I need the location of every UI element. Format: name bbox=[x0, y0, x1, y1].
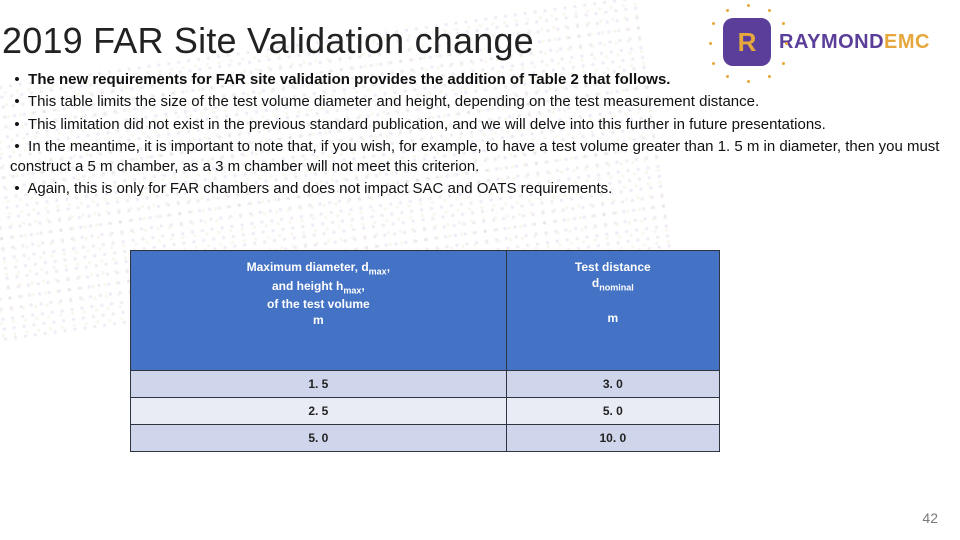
bullet-text: The new requirements for FAR site valida… bbox=[28, 71, 670, 88]
bullet-text: This table limits the size of the test v… bbox=[28, 93, 759, 110]
table-cell: 2. 5 bbox=[131, 398, 507, 425]
table-header-col2: Test distance dnominal m bbox=[506, 251, 719, 371]
logo-badge: R bbox=[723, 18, 771, 66]
table-row: 2. 5 5. 0 bbox=[131, 398, 720, 425]
table-2: Maximum diameter, dmax, and height hmax,… bbox=[130, 250, 720, 452]
logo-word-main: RAYMOND bbox=[779, 31, 884, 53]
table-cell: 5. 0 bbox=[506, 398, 719, 425]
bullet-text: In the meantime, it is important to note… bbox=[10, 138, 939, 175]
table-cell: 5. 0 bbox=[131, 425, 507, 452]
logo-r-icon: R bbox=[738, 27, 757, 58]
logo-text: RAYMONDEMC bbox=[779, 32, 930, 52]
table-cell: 3. 0 bbox=[506, 371, 719, 398]
bullet-item: • The new requirements for FAR site vali… bbox=[10, 70, 940, 90]
bullet-item: • Again, this is only for FAR chambers a… bbox=[10, 179, 940, 199]
bullet-text: This limitation did not exist in the pre… bbox=[28, 116, 826, 133]
table-cell: 10. 0 bbox=[506, 425, 719, 452]
brand-logo: R RAYMONDEMC bbox=[723, 18, 930, 66]
page-number: 42 bbox=[922, 510, 938, 526]
logo-word-suffix: EMC bbox=[884, 31, 930, 53]
logo-dot-ring bbox=[709, 4, 785, 80]
page-title: 2019 FAR Site Validation change bbox=[2, 20, 534, 62]
table-row: 5. 0 10. 0 bbox=[131, 425, 720, 452]
bullet-text: Again, this is only for FAR chambers and… bbox=[27, 180, 612, 197]
bullet-list: • The new requirements for FAR site vali… bbox=[10, 70, 940, 202]
bullet-item: • This table limits the size of the test… bbox=[10, 92, 940, 112]
table-header-col1: Maximum diameter, dmax, and height hmax,… bbox=[131, 251, 507, 371]
table-row: 1. 5 3. 0 bbox=[131, 371, 720, 398]
table-cell: 1. 5 bbox=[131, 371, 507, 398]
bullet-item: • This limitation did not exist in the p… bbox=[10, 115, 940, 135]
bullet-item: • In the meantime, it is important to no… bbox=[10, 137, 940, 178]
